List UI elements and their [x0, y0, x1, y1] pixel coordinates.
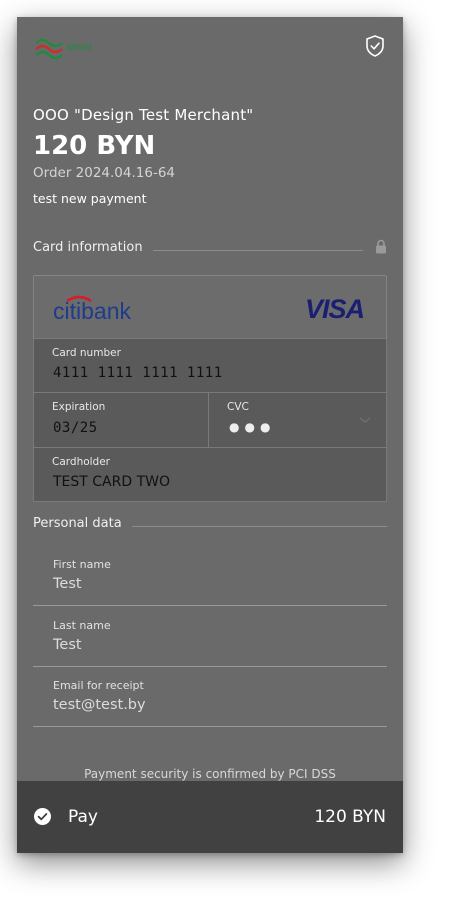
- citibank-logo: citibank: [53, 295, 131, 322]
- last-name-label: Last name: [53, 619, 111, 632]
- first-name-label: First name: [53, 558, 111, 571]
- lock-icon: [376, 239, 386, 254]
- pay-amount: 120 BYN: [314, 807, 386, 827]
- cvc-masked-value: ●●●: [229, 420, 276, 434]
- input-underline: [33, 605, 387, 606]
- input-underline: [33, 726, 387, 727]
- bank-logo-text: citibank: [53, 298, 131, 322]
- order-number: Order 2024.04.16-64: [33, 165, 176, 181]
- cardholder-label: Cardholder: [52, 456, 111, 468]
- first-name-value: Test: [53, 576, 82, 592]
- card-number-value: 4111 1111 1111 1111: [53, 365, 223, 381]
- cvc-field[interactable]: CVC ●●●: [208, 392, 387, 448]
- card-number-label: Card number: [52, 347, 121, 359]
- payment-panel: assist ООО "Design Test Merchant" 120 BY…: [17, 17, 403, 853]
- last-name-value: Test: [53, 637, 82, 653]
- cvc-label: CVC: [227, 401, 249, 413]
- input-underline: [33, 666, 387, 667]
- personal-section-title: Personal data: [33, 516, 132, 531]
- merchant-name: ООО "Design Test Merchant": [33, 106, 254, 124]
- shield-check-icon: [366, 35, 384, 57]
- payment-description: test new payment: [33, 191, 147, 206]
- pay-label: Pay: [68, 807, 98, 827]
- card-section-title: Card information: [33, 240, 153, 255]
- visa-logo: VISA: [305, 294, 365, 324]
- payment-amount: 120 BYN: [33, 131, 156, 161]
- check-circle-icon: [34, 808, 51, 825]
- expiration-value: 03/25: [53, 420, 98, 436]
- brand-text: assist: [66, 42, 92, 53]
- card-number-field[interactable]: Card number 4111 1111 1111 1111: [33, 338, 387, 393]
- cardholder-field[interactable]: Cardholder TEST CARD TWO: [33, 447, 387, 502]
- assist-logo: assist: [35, 38, 92, 60]
- email-value: test@test.by: [53, 697, 146, 713]
- email-label: Email for receipt: [53, 679, 144, 692]
- security-note: Payment security is confirmed by PCI DSS: [84, 767, 336, 781]
- expiration-field[interactable]: Expiration 03/25: [33, 392, 209, 448]
- expiration-label: Expiration: [52, 401, 106, 413]
- chevron-down-icon: [359, 417, 371, 423]
- section-divider: [129, 526, 387, 527]
- cardholder-value: TEST CARD TWO: [53, 474, 171, 490]
- pay-button[interactable]: Pay 120 BYN: [17, 781, 403, 853]
- section-divider: [147, 250, 363, 251]
- card-form: citibank VISA Card number 4111 1111 1111…: [33, 275, 387, 502]
